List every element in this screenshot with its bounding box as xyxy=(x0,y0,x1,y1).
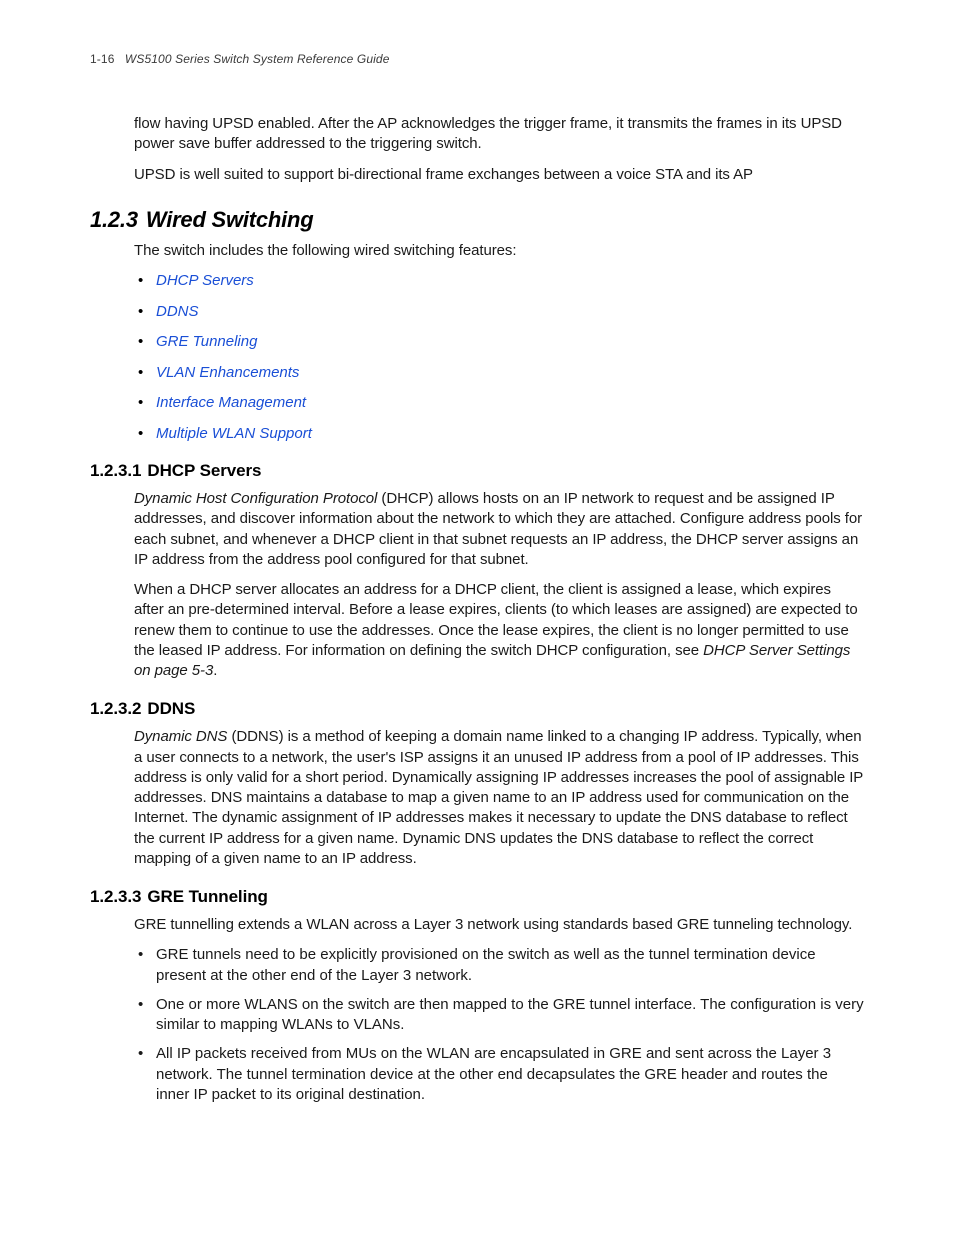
subsection-body: Dynamic Host Configuration Protocol (DHC… xyxy=(134,489,864,681)
page: 1-16 WS5100 Series Switch System Referen… xyxy=(0,0,954,1174)
paragraph: Dynamic Host Configuration Protocol (DHC… xyxy=(134,489,864,570)
doc-title: WS5100 Series Switch System Reference Gu… xyxy=(125,52,390,66)
paragraph: Dynamic DNS (DDNS) is a method of keepin… xyxy=(134,727,864,869)
paragraph: flow having UPSD enabled. After the AP a… xyxy=(134,114,864,155)
subsection-number: 1.2.3.3 xyxy=(90,887,141,906)
link-vlan-enhancements[interactable]: VLAN Enhancements xyxy=(156,364,299,381)
list-item: GRE Tunneling xyxy=(134,332,864,352)
term: Dynamic Host Configuration Protocol xyxy=(134,490,377,507)
link-multiple-wlan-support[interactable]: Multiple WLAN Support xyxy=(156,425,312,442)
text: (DDNS) is a method of keeping a domain n… xyxy=(134,728,863,867)
section-title: Wired Switching xyxy=(146,207,314,232)
list-item: All IP packets received from MUs on the … xyxy=(134,1044,864,1105)
subsection-number: 1.2.3.1 xyxy=(90,461,141,480)
subsection-body: Dynamic DNS (DDNS) is a method of keepin… xyxy=(134,727,864,869)
section-heading-wired-switching: 1.2.3 Wired Switching xyxy=(90,207,864,233)
list-item: One or more WLANS on the switch are then… xyxy=(134,995,864,1036)
list-item: DHCP Servers xyxy=(134,271,864,291)
paragraph: GRE tunnelling extends a WLAN across a L… xyxy=(134,915,864,935)
term: Dynamic DNS xyxy=(134,728,227,745)
subsection-number: 1.2.3.2 xyxy=(90,699,141,718)
link-gre-tunneling[interactable]: GRE Tunneling xyxy=(156,333,257,350)
list-item: VLAN Enhancements xyxy=(134,363,864,383)
paragraph: UPSD is well suited to support bi-direct… xyxy=(134,165,864,185)
text: . xyxy=(213,662,217,679)
subsection-heading-dhcp-servers: 1.2.3.1 DHCP Servers xyxy=(90,461,864,481)
paragraph: The switch includes the following wired … xyxy=(134,241,864,261)
subsection-heading-gre-tunneling: 1.2.3.3 GRE Tunneling xyxy=(90,887,864,907)
section-number: 1.2.3 xyxy=(90,207,138,232)
subsection-body: GRE tunnelling extends a WLAN across a L… xyxy=(134,915,864,1105)
list-item: DDNS xyxy=(134,302,864,322)
list-item: GRE tunnels need to be explicitly provis… xyxy=(134,945,864,986)
list-item: Interface Management xyxy=(134,393,864,413)
section-body: The switch includes the following wired … xyxy=(134,241,864,443)
link-ddns[interactable]: DDNS xyxy=(156,303,199,320)
list-item: Multiple WLAN Support xyxy=(134,424,864,444)
page-number: 1-16 xyxy=(90,52,115,66)
feature-link-list: DHCP Servers DDNS GRE Tunneling VLAN Enh… xyxy=(134,271,864,443)
subsection-heading-ddns: 1.2.3.2 DDNS xyxy=(90,699,864,719)
link-interface-management[interactable]: Interface Management xyxy=(156,394,306,411)
subsection-title: GRE Tunneling xyxy=(147,887,267,906)
link-dhcp-servers[interactable]: DHCP Servers xyxy=(156,272,254,289)
subsection-title: DHCP Servers xyxy=(147,461,261,480)
continuation-block: flow having UPSD enabled. After the AP a… xyxy=(134,114,864,185)
running-header: 1-16 WS5100 Series Switch System Referen… xyxy=(90,52,864,66)
bullet-list: GRE tunnels need to be explicitly provis… xyxy=(134,945,864,1105)
paragraph: When a DHCP server allocates an address … xyxy=(134,580,864,681)
subsection-title: DDNS xyxy=(147,699,195,718)
